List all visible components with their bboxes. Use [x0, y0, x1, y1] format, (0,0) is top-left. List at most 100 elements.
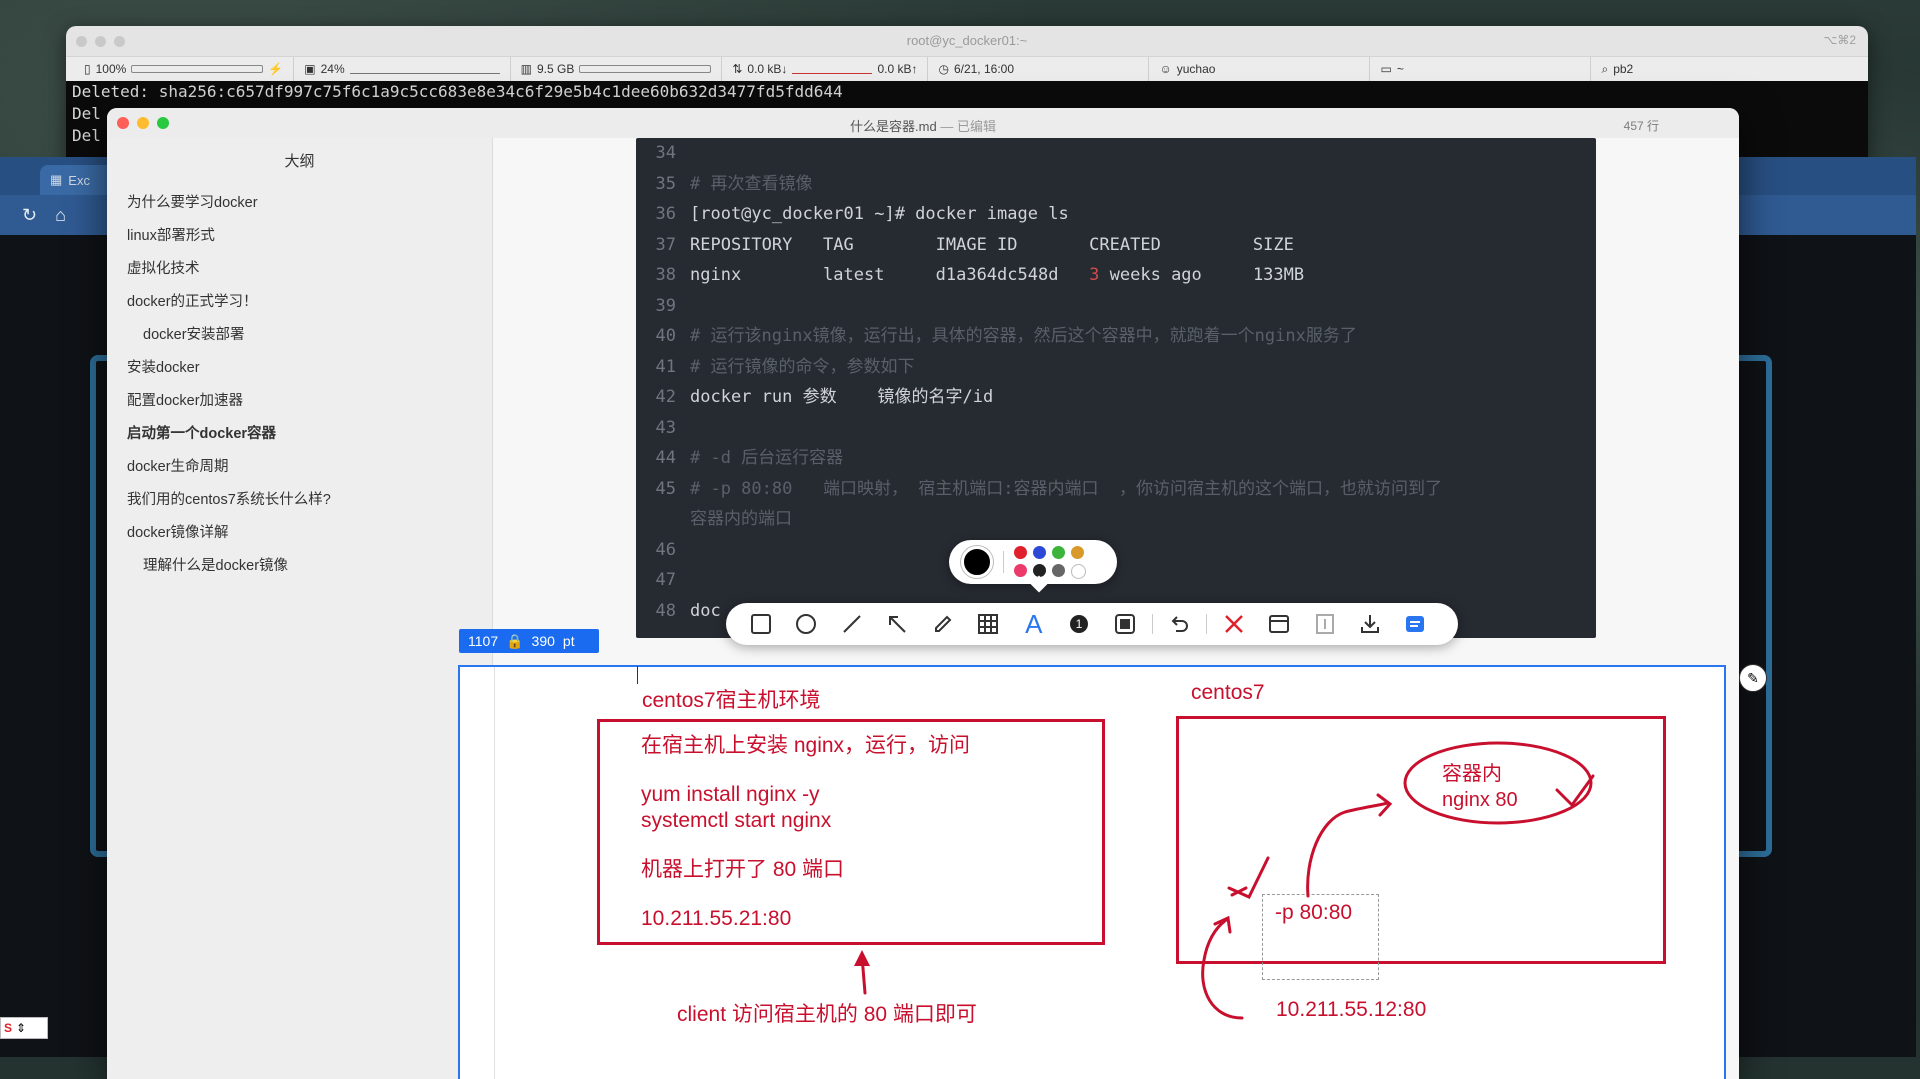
- folder-icon: ▭: [1380, 62, 1392, 76]
- line-number: 40: [655, 326, 676, 346]
- code-line: 42 docker run 参数 镜像的名字/id: [636, 382, 1596, 413]
- line-number: 34: [655, 143, 676, 163]
- terminal-statusbar: ▯ 100% ⚡ ▣ 24% ▥ 9.5 GB ⇅ 0.0 kB↓ 0.0 kB↑ ◷ 6/2…: [66, 56, 1868, 81]
- selection-size-badge: 1107 🔒 390 pt: [459, 629, 599, 653]
- outline-item[interactable]: docker的正式学习！: [107, 284, 492, 317]
- rectangle-icon[interactable]: [738, 603, 784, 645]
- lock-icon[interactable]: 🔒: [506, 633, 523, 650]
- copy-icon[interactable]: [1393, 603, 1439, 645]
- code-line: 43: [636, 413, 1596, 444]
- tab-favicon-icon: ▦: [50, 172, 63, 187]
- code-line: 36 [root@yc_docker01 ~]# docker image ls: [636, 199, 1596, 230]
- line-number: 45: [655, 478, 676, 499]
- battery-bar: [131, 65, 264, 73]
- arrow-icon[interactable]: [875, 603, 921, 645]
- border-icon[interactable]: [1102, 603, 1148, 645]
- client-note: client 访问宿主机的 80 端口即可: [677, 1003, 977, 1026]
- color-swatch[interactable]: [1071, 545, 1084, 559]
- pencil-icon[interactable]: [920, 603, 966, 645]
- outline-item[interactable]: docker镜像详解: [107, 515, 492, 548]
- outline-item[interactable]: 启动第一个docker容器: [107, 416, 492, 449]
- container-host-ip: 10.211.55.12:80: [1276, 998, 1427, 1021]
- host-ip: 10.211.55.21:80: [641, 907, 792, 930]
- pin-to-screen-icon[interactable]: [1302, 603, 1348, 645]
- memory-icon: ▥: [520, 62, 532, 76]
- color-swatch[interactable]: [1052, 545, 1065, 559]
- line-count: 457 行: [1623, 119, 1659, 133]
- outline-item[interactable]: 安装docker: [107, 350, 492, 383]
- code-text: # -p 80:80 端口映射， 宿主机端口:容器内端口 ，你访问宿主机的这个端…: [690, 478, 1442, 499]
- document-title: 什么是容器.md — 已编辑: [850, 119, 996, 134]
- code-line: 40 # 运行该nginx镜像，运行出，具体的容器，然后这个容器中，就跑着一个ng…: [636, 321, 1596, 352]
- color-palette: [949, 540, 1117, 584]
- reload-icon[interactable]: ↻: [22, 205, 37, 226]
- line-number: 43: [655, 417, 676, 438]
- text-icon[interactable]: A: [1011, 603, 1057, 645]
- input-method-icon: S: [4, 1021, 13, 1035]
- window-icon[interactable]: [1257, 603, 1303, 645]
- code-line: 38 nginx latest d1a364dc548d 3 weeks ago …: [636, 260, 1596, 291]
- network-sparkline: [792, 65, 873, 74]
- host-line: systemctl start nginx: [641, 809, 832, 832]
- palette-divider: [1003, 551, 1004, 573]
- outline-item[interactable]: 为什么要学习docker: [107, 185, 492, 218]
- outline-list: 为什么要学习docker linux部署形式 虚拟化技术 docker的正式学习！ do…: [107, 185, 492, 581]
- code-text: # -d 后台运行容器: [690, 448, 844, 468]
- selected-color-swatch[interactable]: [961, 546, 993, 578]
- code-text: # 运行镜像的命令，参数如下: [690, 356, 915, 377]
- memory-bar: [579, 65, 712, 73]
- user-icon: ☺: [1159, 62, 1172, 76]
- color-swatch[interactable]: [1033, 545, 1046, 559]
- mosaic-icon[interactable]: [966, 603, 1012, 645]
- line-number: 41: [655, 356, 676, 377]
- code-line: 37 REPOSITORY TAG IMAGE ID CREATED SIZE: [636, 230, 1596, 261]
- cpu-sparkline: [349, 65, 500, 74]
- number-icon[interactable]: 1: [1057, 603, 1103, 645]
- color-swatch[interactable]: [1014, 545, 1027, 559]
- diagram-left-title: centos7宿主机环境: [642, 689, 821, 712]
- line-number: 36: [655, 204, 676, 224]
- download-icon[interactable]: [1348, 603, 1394, 645]
- code-line: 35 # 再次查看镜像: [636, 169, 1596, 200]
- color-swatch[interactable]: [1033, 563, 1046, 577]
- cancel-icon[interactable]: [1211, 603, 1257, 645]
- editor-gutter: [494, 667, 495, 1079]
- outline-item[interactable]: docker安装部署: [107, 317, 492, 350]
- outline-item[interactable]: 虚拟化技术: [107, 251, 492, 284]
- toolbar-divider: [1206, 614, 1207, 634]
- search-status[interactable]: ⌕ pb2: [1591, 57, 1868, 81]
- code-line: 34: [636, 138, 1596, 169]
- svg-text:1: 1: [1076, 617, 1083, 631]
- line-icon[interactable]: [829, 603, 875, 645]
- color-swatch-grid: [1014, 545, 1086, 579]
- container-host-box: [1176, 716, 1666, 964]
- color-swatch[interactable]: [1014, 563, 1027, 577]
- user-status: ☺ yuchao: [1149, 57, 1371, 81]
- code-line: 容器内的端口: [636, 504, 1596, 535]
- color-swatch[interactable]: [1052, 563, 1065, 577]
- line-number: 42: [655, 387, 676, 407]
- container-label: nginx 80: [1442, 789, 1518, 811]
- code-line: 39: [636, 291, 1596, 322]
- snip-toolbar: A 1: [726, 603, 1458, 645]
- outline-item[interactable]: 我们用的centos7系统长什么样?: [107, 482, 492, 515]
- outline-sidebar: 大纲 为什么要学习docker linux部署形式 虚拟化技术 docker的正式学习…: [107, 138, 493, 1079]
- diagram-right-title: centos7: [1191, 681, 1265, 704]
- home-icon[interactable]: ⌂: [55, 205, 66, 226]
- circle-icon[interactable]: [784, 603, 830, 645]
- code-line: 44 # -d 后台运行容器: [636, 443, 1596, 474]
- text-cursor: [637, 666, 638, 684]
- outline-item[interactable]: 理解什么是docker镜像: [107, 548, 492, 581]
- outline-item[interactable]: linux部署形式: [107, 218, 492, 251]
- charging-icon: ⚡: [268, 62, 284, 76]
- undo-icon[interactable]: [1157, 603, 1203, 645]
- input-method-widget[interactable]: S ⇕: [0, 1017, 48, 1039]
- host-line: yum install nginx -y: [641, 783, 820, 806]
- typora-titlebar: 什么是容器.md — 已编辑 457 行: [107, 108, 1739, 138]
- code-line: 45 # -p 80:80 端口映射， 宿主机端口:容器内端口 ，你访问宿主机的这…: [636, 474, 1596, 505]
- code-text: REPOSITORY TAG IMAGE ID CREATED SIZE: [690, 234, 1294, 255]
- outline-item[interactable]: docker生命周期: [107, 449, 492, 482]
- pin-icon[interactable]: ✎: [1739, 664, 1767, 692]
- outline-item[interactable]: 配置docker加速器: [107, 383, 492, 416]
- color-swatch[interactable]: [1071, 563, 1086, 579]
